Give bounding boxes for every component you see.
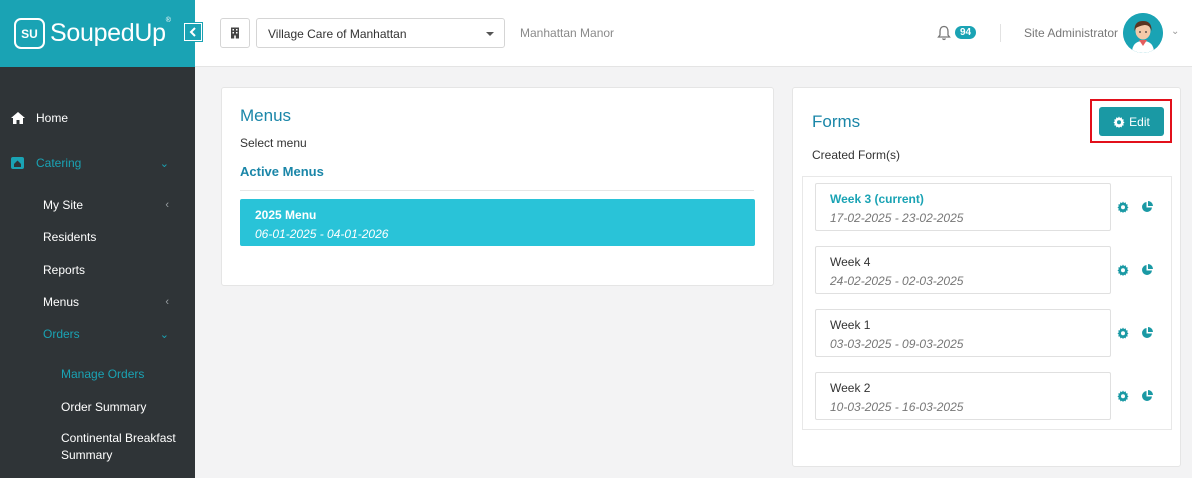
brand[interactable]: SU SoupedUp® — [0, 0, 195, 67]
form-item[interactable]: Week 3 (current) 17-02-2025 - 23-02-2025 — [815, 183, 1111, 231]
sidebar-item-order-summary[interactable]: Order Summary — [0, 397, 195, 417]
sidebar-item-label: My Site — [43, 198, 84, 212]
sidebar-item-orders[interactable]: Orders ⌄ — [0, 324, 195, 344]
menu-item[interactable]: 2025 Menu 06-01-2025 - 04-01-2026 — [240, 199, 755, 246]
gear-icon[interactable] — [1117, 201, 1129, 213]
home-icon — [11, 112, 25, 124]
building-icon — [231, 27, 239, 39]
menu-item-dates: 06-01-2025 - 04-01-2026 — [255, 227, 389, 241]
sidebar-collapse-button[interactable] — [183, 22, 203, 42]
divider — [240, 190, 754, 191]
sidebar-item-label: Menus — [43, 295, 80, 309]
form-item-name: Week 4 — [830, 255, 871, 269]
gear-icon — [1113, 116, 1125, 128]
form-item-dates: 03-03-2025 - 09-03-2025 — [830, 337, 964, 351]
site-select[interactable]: Village Care of Manhattan — [256, 18, 505, 48]
form-item[interactable]: Week 2 10-03-2025 - 16-03-2025 — [815, 372, 1111, 420]
form-item[interactable]: Week 1 03-03-2025 - 09-03-2025 — [815, 309, 1111, 357]
sidebar-item-label: Orders — [43, 327, 80, 341]
form-item-dates: 24-02-2025 - 02-03-2025 — [830, 274, 964, 288]
sidebar-item-catering[interactable]: Catering ⌄ — [0, 153, 195, 173]
notification-badge: 94 — [955, 26, 977, 39]
sidebar-item-label: Catering — [36, 156, 82, 170]
chevron-down-icon: ⌄ — [159, 328, 169, 341]
brand-reg: ® — [165, 17, 171, 24]
chevron-left-icon: ‹ — [165, 296, 169, 308]
active-menus-heading: Active Menus — [240, 164, 324, 179]
forms-panel: Forms Edit Created Form(s) Week 3 (curre… — [792, 87, 1181, 467]
chevron-left-icon: ‹ — [165, 199, 169, 211]
gear-icon[interactable] — [1117, 390, 1129, 402]
sidebar-item-label: Manage Orders — [61, 367, 145, 381]
brand-name: SoupedUp — [50, 19, 166, 47]
sidebar-item-residents[interactable]: Residents — [0, 227, 195, 247]
sidebar-item-label: Continental Breakfast Summary — [61, 431, 176, 462]
sidebar: SU SoupedUp® Home Catering ⌄ My Site ‹ R… — [0, 0, 195, 478]
sidebar-item-manage-orders[interactable]: Manage Orders — [0, 364, 195, 384]
menus-title: Menus — [240, 106, 292, 125]
form-item-name: Week 1 — [830, 318, 871, 332]
menus-panel: Menus Select menu Active Menus 2025 Menu… — [221, 87, 774, 286]
pie-chart-icon[interactable] — [1141, 327, 1153, 339]
caret-down-icon — [486, 32, 494, 36]
chevron-down-icon: ⌄ — [159, 157, 169, 170]
sidebar-item-home[interactable]: Home — [0, 108, 195, 128]
form-item-name: Week 3 (current) — [830, 192, 924, 206]
location-label: Manhattan Manor — [520, 26, 615, 40]
forms-list: Week 3 (current) 17-02-2025 - 23-02-2025… — [802, 176, 1172, 430]
pie-chart-icon[interactable] — [1141, 390, 1153, 402]
edit-button-label: Edit — [1129, 114, 1150, 129]
brand-logo: SU — [14, 18, 45, 49]
sidebar-item-reports[interactable]: Reports — [0, 260, 195, 280]
sidebar-item-label: Order Summary — [61, 400, 147, 414]
catering-icon — [11, 157, 24, 169]
sidebar-item-continental-breakfast-summary[interactable]: Continental Breakfast Summary — [0, 430, 195, 466]
form-item[interactable]: Week 4 24-02-2025 - 02-03-2025 — [815, 246, 1111, 294]
avatar[interactable] — [1123, 13, 1163, 53]
chevron-left-icon — [185, 24, 201, 40]
sidebar-item-label: Reports — [43, 263, 86, 277]
sidebar-item-label: Residents — [43, 230, 97, 244]
pie-chart-icon[interactable] — [1141, 264, 1153, 276]
form-item-name: Week 2 — [830, 381, 871, 395]
topbar: Village Care of Manhattan Manhattan Mano… — [195, 0, 1192, 67]
site-select-value: Village Care of Manhattan — [268, 27, 407, 41]
form-item-dates: 17-02-2025 - 23-02-2025 — [830, 211, 964, 225]
gear-icon[interactable] — [1117, 264, 1129, 276]
edit-button[interactable]: Edit — [1099, 107, 1164, 136]
pie-chart-icon[interactable] — [1141, 201, 1153, 213]
form-item-dates: 10-03-2025 - 16-03-2025 — [830, 400, 964, 414]
menu-item-name: 2025 Menu — [255, 208, 317, 222]
chevron-down-icon[interactable]: ⌄ — [1171, 26, 1179, 37]
sidebar-item-label: Home — [36, 111, 69, 125]
created-forms-label: Created Form(s) — [812, 148, 901, 162]
topbar-divider — [1000, 24, 1001, 42]
user-avatar-icon — [1123, 13, 1163, 53]
bell-icon[interactable] — [937, 25, 951, 41]
building-button[interactable] — [220, 18, 250, 48]
sidebar-item-my-site[interactable]: My Site ‹ — [0, 195, 195, 215]
user-name[interactable]: Site Administrator — [1024, 26, 1118, 40]
sidebar-item-menus[interactable]: Menus ‹ — [0, 292, 195, 312]
gear-icon[interactable] — [1117, 327, 1129, 339]
select-menu-label: Select menu — [240, 136, 307, 150]
forms-title: Forms — [812, 112, 861, 131]
